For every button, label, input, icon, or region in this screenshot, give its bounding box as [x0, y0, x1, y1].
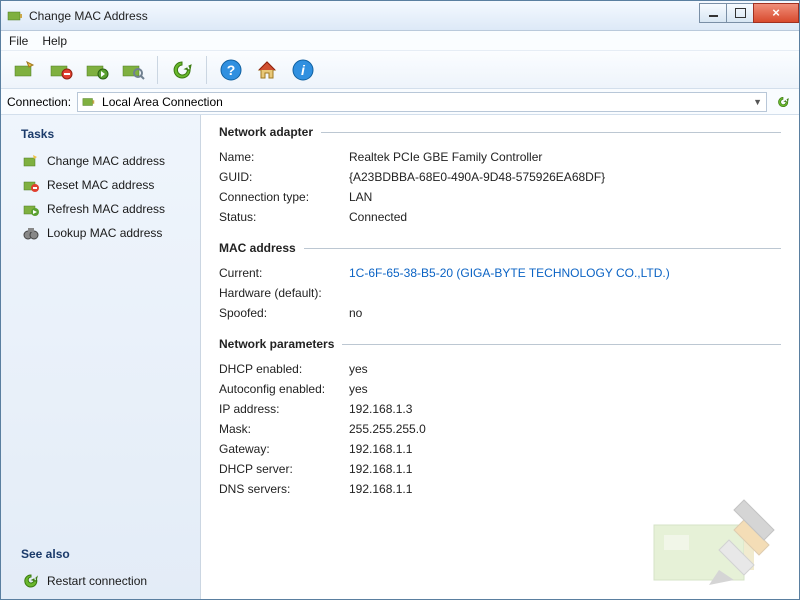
- connection-row: Connection: Local Area Connection ▼: [1, 89, 799, 115]
- tool-home[interactable]: [251, 54, 283, 86]
- toolbar-separator: [157, 56, 158, 84]
- pencil-card-icon: [23, 153, 39, 169]
- mac-current[interactable]: 1C-6F-65-38-B5-20 (GIGA-BYTE TECHNOLOGY …: [349, 266, 781, 280]
- tool-refresh[interactable]: [166, 54, 198, 86]
- see-also-header: See also: [21, 547, 192, 561]
- adapter-guid: {A23BDBBA-68E0-490A-9D48-575926EA68DF}: [349, 170, 781, 184]
- mac-spoofed: no: [349, 306, 781, 320]
- tasks-header: Tasks: [21, 127, 192, 141]
- sidebar: Tasks Change MAC address Reset MAC addre…: [1, 115, 201, 599]
- main-panel: Network adapter Name:Realtek PCIe GBE Fa…: [201, 115, 799, 599]
- tool-info[interactable]: i: [287, 54, 319, 86]
- net-dhcp: yes: [349, 362, 781, 376]
- maximize-button[interactable]: [726, 3, 754, 23]
- task-change-mac[interactable]: Change MAC address: [9, 149, 192, 173]
- menu-file[interactable]: File: [9, 34, 28, 48]
- net-dhcp-server: 192.168.1.1: [349, 462, 781, 476]
- connection-icon: [82, 95, 96, 109]
- connection-label: Connection:: [7, 95, 71, 109]
- section-title: Network adapter: [219, 125, 313, 139]
- section-network: Network parameters DHCP enabled:yes Auto…: [219, 337, 781, 499]
- refresh-card-icon: [23, 201, 39, 217]
- adapter-name: Realtek PCIe GBE Family Controller: [349, 150, 781, 164]
- net-dns: 192.168.1.1: [349, 482, 781, 496]
- section-title: Network parameters: [219, 337, 334, 351]
- toolbar-separator: [206, 56, 207, 84]
- section-adapter: Network adapter Name:Realtek PCIe GBE Fa…: [219, 125, 781, 227]
- net-autoconfig: yes: [349, 382, 781, 396]
- adapter-ctype: LAN: [349, 190, 781, 204]
- titlebar: Change MAC Address ×: [1, 1, 799, 31]
- reset-card-icon: [23, 177, 39, 193]
- connection-refresh-button[interactable]: [773, 92, 793, 112]
- app-window: Change MAC Address × File Help ? i Conne…: [0, 0, 800, 600]
- close-button[interactable]: ×: [753, 3, 799, 23]
- menubar: File Help: [1, 31, 799, 51]
- binoculars-icon: [23, 225, 39, 241]
- net-mask: 255.255.255.0: [349, 422, 781, 436]
- task-lookup-mac[interactable]: Lookup MAC address: [9, 221, 192, 245]
- connection-value: Local Area Connection: [102, 95, 223, 109]
- see-also: See also Restart connection: [9, 541, 192, 593]
- connection-dropdown[interactable]: Local Area Connection ▼: [77, 92, 767, 112]
- dropdown-arrow-icon: ▼: [753, 97, 762, 107]
- net-ip: 192.168.1.3: [349, 402, 781, 416]
- task-reset-mac[interactable]: Reset MAC address: [9, 173, 192, 197]
- task-restart-connection[interactable]: Restart connection: [9, 569, 192, 593]
- tool-lookup-mac[interactable]: [117, 54, 149, 86]
- net-gateway: 192.168.1.1: [349, 442, 781, 456]
- background-illustration: [649, 495, 789, 595]
- window-controls: ×: [700, 3, 799, 23]
- tool-reset-mac[interactable]: [45, 54, 77, 86]
- restart-icon: [23, 573, 39, 589]
- window-title: Change MAC Address: [29, 9, 700, 23]
- toolbar: ? i: [1, 51, 799, 89]
- section-mac: MAC address Current:1C-6F-65-38-B5-20 (G…: [219, 241, 781, 323]
- tool-refresh-mac[interactable]: [81, 54, 113, 86]
- tool-help[interactable]: ?: [215, 54, 247, 86]
- tool-change-mac[interactable]: [9, 54, 41, 86]
- adapter-status: Connected: [349, 210, 781, 224]
- app-icon: [7, 8, 23, 24]
- body: Tasks Change MAC address Reset MAC addre…: [1, 115, 799, 599]
- task-refresh-mac[interactable]: Refresh MAC address: [9, 197, 192, 221]
- mac-hardware: [349, 286, 781, 300]
- minimize-button[interactable]: [699, 3, 727, 23]
- svg-text:?: ?: [227, 62, 236, 78]
- section-title: MAC address: [219, 241, 296, 255]
- menu-help[interactable]: Help: [42, 34, 67, 48]
